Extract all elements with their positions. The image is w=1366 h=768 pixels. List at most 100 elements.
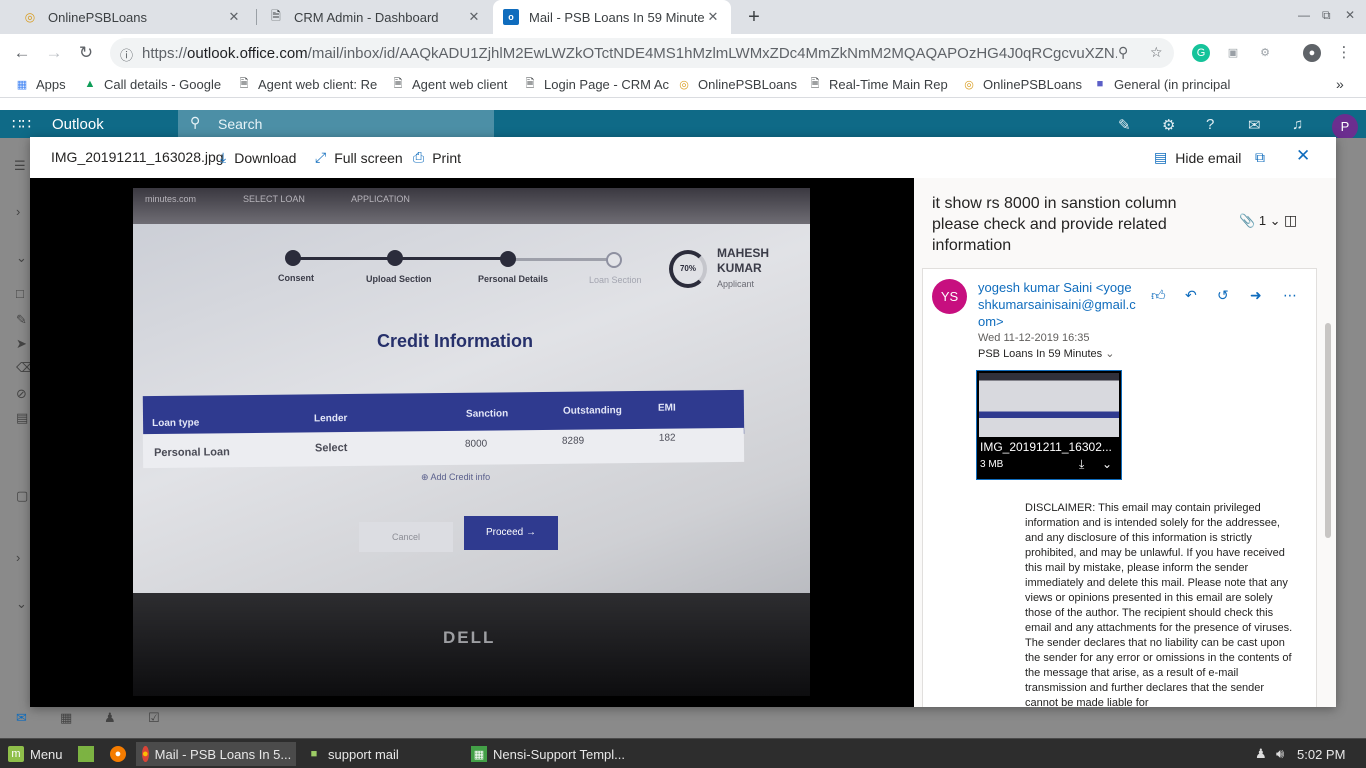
download-icon[interactable]: ⤓ — [1079, 457, 1084, 472]
hide-email-button[interactable]: ▤ Hide email — [1154, 149, 1241, 166]
like-icon[interactable]: 👍︎ — [1151, 287, 1166, 304]
restore-icon[interactable]: ⧉ — [1322, 8, 1331, 23]
info-icon[interactable]: ⓘ — [120, 45, 133, 64]
scrollbar-thumb[interactable] — [1325, 323, 1331, 538]
chevron-right-icon[interactable]: › — [16, 204, 20, 219]
hamburger-menu-icon[interactable]: ☰ — [14, 158, 26, 174]
bookmark-call-details[interactable]: ▲ Call details - Google — [82, 76, 222, 92]
help-icon[interactable]: ? — [1206, 116, 1214, 133]
monitor-brand: DELL — [443, 628, 496, 647]
reply-icon[interactable]: ↶ — [1185, 287, 1197, 304]
bookmark-star-icon[interactable]: ☆ — [1150, 44, 1163, 61]
close-tab-icon[interactable]: ✕ — [705, 9, 721, 25]
printer-icon: ⎙ — [413, 149, 425, 165]
zoom-icon[interactable]: ⚲ — [1118, 44, 1128, 61]
attachment-card[interactable]: IMG_20191211_16302... 3 MB ⤓ ⌄ — [976, 370, 1122, 480]
full-screen-button[interactable]: ⤢ Full screen — [315, 149, 403, 166]
attachment-count[interactable]: 📎 1 ⌄ — [1239, 213, 1281, 229]
camera-extension-icon[interactable]: ▣ — [1224, 44, 1242, 62]
extension-icon[interactable]: ⚙ — [1256, 44, 1274, 62]
archive-icon[interactable]: ▤ — [16, 410, 28, 426]
show-desktop-button[interactable]: ■ — [72, 742, 106, 766]
taskbar-item-label: Mail - PSB Loans In 5... — [154, 746, 292, 762]
sent-icon[interactable]: ➤ — [16, 336, 27, 352]
email-detail-pane: it show rs 8000 in sanstion column pleas… — [914, 178, 1336, 707]
open-new-window-icon[interactable]: ◫ — [1284, 212, 1297, 229]
download-button[interactable]: ⤓ Download — [220, 149, 296, 166]
taskbar-item-nensi-support[interactable]: ▦ Nensi-Support Templ... — [465, 742, 631, 766]
more-actions-icon[interactable]: ⋯ — [1283, 287, 1297, 304]
window-close-icon[interactable]: ✕ — [1345, 8, 1355, 22]
bookmark-online-psb-loans[interactable]: ◎ OnlinePSBLoans — [676, 76, 797, 92]
drafts-icon[interactable]: ✎ — [16, 312, 27, 328]
sender-name[interactable]: yogesh kumar Saini <yogeshkumarsainisain… — [978, 279, 1138, 330]
app-launcher-icon[interactable]: ∷∷ — [12, 115, 31, 133]
bookmark-general-teams[interactable]: ■ General (in principal — [1092, 76, 1231, 92]
bookmark-label: General (in principal — [1114, 76, 1231, 92]
page-icon: 🗎 — [810, 77, 820, 90]
conversation-history-icon[interactable]: ▢ — [16, 488, 28, 504]
apps-grid-icon: ▦ — [16, 78, 28, 91]
chevron-down-icon[interactable]: ⌄ — [1102, 457, 1112, 471]
pop-out-button[interactable]: ⧉ — [1255, 149, 1273, 166]
close-tab-icon[interactable]: ✕ — [466, 9, 482, 25]
back-arrow-icon[interactable]: ← — [10, 42, 34, 64]
bookmark-label: Agent web client: Re — [258, 76, 378, 92]
bookmark-agent-web-client[interactable]: 🗎 Agent web client — [390, 76, 508, 92]
chevron-right-icon[interactable]: › — [16, 550, 20, 565]
taskbar-item-support-mail[interactable]: ■ support mail — [300, 742, 405, 766]
chevron-down-icon[interactable]: ⌄ — [16, 250, 27, 266]
scrollbar[interactable] — [1325, 308, 1331, 688]
taskbar-item-mail[interactable]: ● Mail - PSB Loans In 5... — [136, 742, 296, 766]
network-users-icon[interactable]: ♟ — [1255, 746, 1267, 762]
tab-crm-admin[interactable]: 🗎 CRM Admin - Dashboard ✕ — [258, 0, 492, 34]
people-icon[interactable]: ♟ — [104, 710, 116, 726]
tab-outlook-mail[interactable]: o Mail - PSB Loans In 59 Minutes ✕ — [493, 0, 731, 34]
feedback-icon[interactable]: ✉ — [1248, 116, 1261, 134]
grammarly-extension-icon[interactable]: G — [1192, 44, 1210, 62]
bookmark-login-page[interactable]: 🗎 Login Page - CRM Ac — [522, 76, 669, 92]
settings-gear-icon[interactable]: ⚙ — [1162, 116, 1175, 134]
mail-icon[interactable]: ✉ — [16, 710, 27, 726]
outlook-brand[interactable]: Outlook — [52, 116, 104, 133]
junk-icon[interactable]: ⊘ — [16, 386, 27, 402]
tasks-icon[interactable]: ☑ — [148, 710, 160, 726]
close-viewer-button[interactable]: ✕ — [1296, 146, 1310, 166]
tab-separator — [256, 9, 257, 25]
print-button[interactable]: ⎙ Print — [413, 149, 461, 166]
my-day-icon[interactable]: ✎ — [1118, 116, 1131, 134]
notifications-bell-icon[interactable]: ♫ — [1292, 116, 1303, 133]
firefox-launcher[interactable]: ● — [104, 742, 138, 766]
chevron-down-icon[interactable]: ⌄ — [16, 596, 27, 612]
system-clock[interactable]: 5:02 PM — [1297, 747, 1345, 762]
paperclip-icon: 📎 — [1239, 213, 1256, 228]
forward-icon[interactable]: ➜ — [1250, 287, 1262, 304]
tab-online-psb-loans[interactable]: ◎ OnlinePSBLoans ✕ — [12, 0, 252, 34]
psb-favicon-icon: ◎ — [679, 78, 689, 91]
minimize-icon[interactable]: — — [1298, 8, 1310, 22]
forward-arrow-icon[interactable]: → — [42, 42, 66, 64]
new-tab-button[interactable]: + — [742, 5, 766, 29]
reply-all-icon[interactable]: ↺ — [1217, 287, 1229, 304]
calendar-icon[interactable]: ▦ — [60, 710, 72, 726]
close-tab-icon[interactable]: ✕ — [226, 9, 242, 25]
viewer-filename: IMG_20191211_163028.jpg — [51, 149, 224, 165]
profile-icon[interactable]: ● — [1303, 44, 1321, 62]
volume-icon[interactable]: 🔊︎ — [1276, 746, 1284, 762]
bookmark-agent-web-client-re[interactable]: 🗎 Agent web client: Re — [236, 76, 378, 92]
chrome-menu-icon[interactable]: ⋮ — [1335, 44, 1353, 62]
psb-favicon-icon: ◎ — [24, 10, 36, 24]
bookmark-online-psb-loans-2[interactable]: ◎ OnlinePSBLoans — [961, 76, 1082, 92]
reload-icon[interactable]: ↻ — [74, 42, 98, 64]
inbox-icon[interactable]: □ — [16, 286, 24, 301]
address-bar[interactable]: ⓘ https://outlook.office.com/mail/inbox/… — [110, 38, 1174, 68]
panel-icon: ▤ — [1154, 149, 1168, 165]
bookmark-apps[interactable]: ▦ Apps — [14, 76, 66, 92]
bookmark-label: OnlinePSBLoans — [983, 76, 1083, 92]
start-menu-button[interactable]: m Menu — [2, 742, 69, 766]
chrome-icon: ● — [142, 746, 149, 762]
outlook-search-box[interactable]: ⚲ Search — [178, 110, 494, 138]
folder-label[interactable]: PSB Loans In 59 Minutes ⌄ — [978, 347, 1114, 360]
bookmarks-overflow-icon[interactable]: » — [1336, 76, 1344, 92]
bookmark-real-time-main[interactable]: 🗎 Real-Time Main Rep — [807, 76, 948, 92]
